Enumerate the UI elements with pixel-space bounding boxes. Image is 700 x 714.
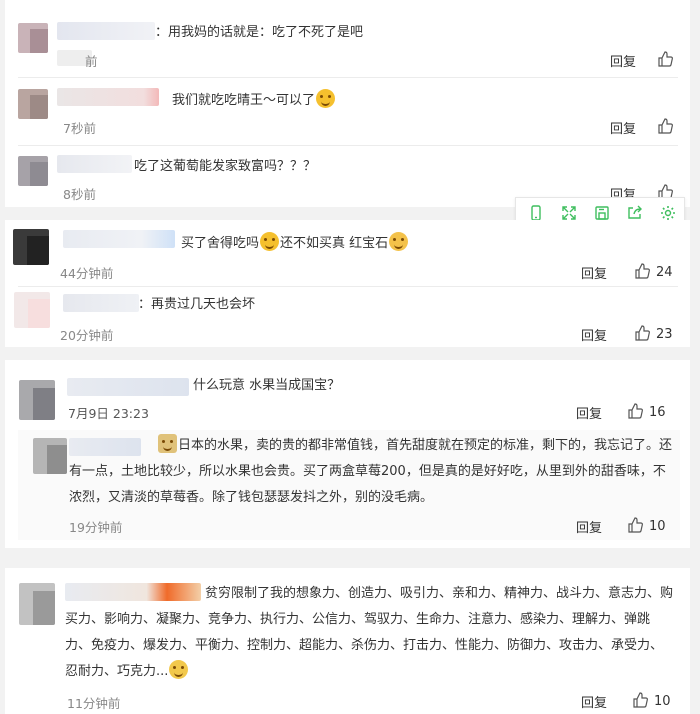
- avatar[interactable]: [19, 380, 55, 420]
- smile-emoji-icon: [316, 89, 336, 108]
- comment-time: 8秒前: [63, 187, 96, 202]
- avatar[interactable]: [18, 23, 48, 53]
- like-button[interactable]: 10: [632, 692, 671, 709]
- thumbs-up-icon: [635, 263, 650, 279]
- comment-time: 7秒前: [63, 121, 96, 136]
- reply-button[interactable]: 回复: [576, 403, 602, 422]
- avatar[interactable]: [18, 156, 48, 186]
- thumbs-up-icon: [635, 325, 650, 341]
- comment-time: 20分钟前: [60, 328, 114, 343]
- avatar[interactable]: [19, 583, 55, 625]
- divider: [18, 77, 678, 78]
- comment-time: 19分钟前: [69, 520, 123, 535]
- thumbs-up-icon: [628, 517, 643, 533]
- reply-button[interactable]: 回复: [581, 263, 607, 282]
- comment-card-3: 什么玩意 水果当成国宝？ 7月9日 23:23 回复 16 日本的水果，卖的贵的…: [5, 360, 690, 548]
- thumbs-up-icon: [658, 118, 673, 134]
- comment-time: 7月9日 23:23: [68, 406, 149, 421]
- comment-text: 吃了这葡萄能发家致富吗？？？: [134, 159, 317, 174]
- comment-time: 44分钟前: [60, 266, 114, 281]
- reply-button[interactable]: 回复: [576, 517, 602, 536]
- comment-text: 我们就吃吃晴王～可以了: [172, 88, 336, 114]
- avatar[interactable]: [33, 438, 67, 474]
- thumbs-up-icon: [633, 692, 648, 708]
- avatar[interactable]: [13, 229, 49, 265]
- comment-text: 日本的水果，卖的贵的都非常值钱，首先甜度就在预定的标准，剩下的，我忘记了。还有一…: [69, 433, 675, 511]
- username[interactable]: [63, 294, 139, 312]
- shrug-emoji-icon: [169, 660, 189, 679]
- grin-emoji-icon: [260, 232, 280, 251]
- comment-card-1: ：用我妈的话就是：吃了不死了是吧 前 回复 我们就吃吃晴王～可以了 7秒前 回复…: [5, 0, 690, 207]
- comment-text: ：用我妈的话就是：吃了不死了是吧: [155, 25, 364, 40]
- username[interactable]: [67, 378, 189, 396]
- avatar[interactable]: [14, 292, 50, 328]
- blush-emoji-icon: [389, 232, 409, 251]
- comment-text: 买了舍得吃吗 还不如买真 红宝石: [181, 231, 409, 257]
- like-button[interactable]: 10: [627, 517, 666, 534]
- like-button[interactable]: 23: [634, 325, 673, 342]
- username[interactable]: [63, 230, 175, 248]
- comment-card-2: 买了舍得吃吗 还不如买真 红宝石 44分钟前 回复 24 ：再贵过几天也会坏 20…: [5, 220, 690, 347]
- thumbs-up-icon: [628, 403, 643, 419]
- divider: [18, 286, 678, 287]
- comment-text: 贫穷限制了我的想象力、创造力、吸引力、亲和力、精神力、战斗力、意志力、购买力、影…: [65, 586, 674, 679]
- divider: [18, 145, 678, 146]
- reply-button[interactable]: 回复: [581, 325, 607, 344]
- like-button[interactable]: 16: [627, 403, 666, 420]
- comment-text: ：再贵过几天也会坏: [138, 297, 256, 312]
- reply-button[interactable]: 回复: [610, 51, 636, 70]
- emoji-icon: [158, 434, 177, 453]
- thumbs-up-icon: [658, 51, 673, 67]
- username[interactable]: [57, 88, 159, 106]
- reply-button[interactable]: 回复: [581, 692, 607, 711]
- comment-time: 11分钟前: [67, 696, 121, 711]
- username[interactable]: [57, 22, 155, 40]
- like-button[interactable]: 24: [634, 263, 673, 280]
- avatar[interactable]: [18, 89, 48, 119]
- reply-button[interactable]: 回复: [610, 118, 636, 137]
- like-button[interactable]: [657, 118, 679, 135]
- like-button[interactable]: [657, 51, 679, 68]
- comment-card-4: 贫穷限制了我的想象力、创造力、吸引力、亲和力、精神力、战斗力、意志力、购买力、影…: [5, 568, 690, 714]
- comment-text: 什么玩意 水果当成国宝？: [193, 378, 341, 393]
- username[interactable]: [57, 155, 132, 173]
- comment-time: 前: [85, 54, 98, 69]
